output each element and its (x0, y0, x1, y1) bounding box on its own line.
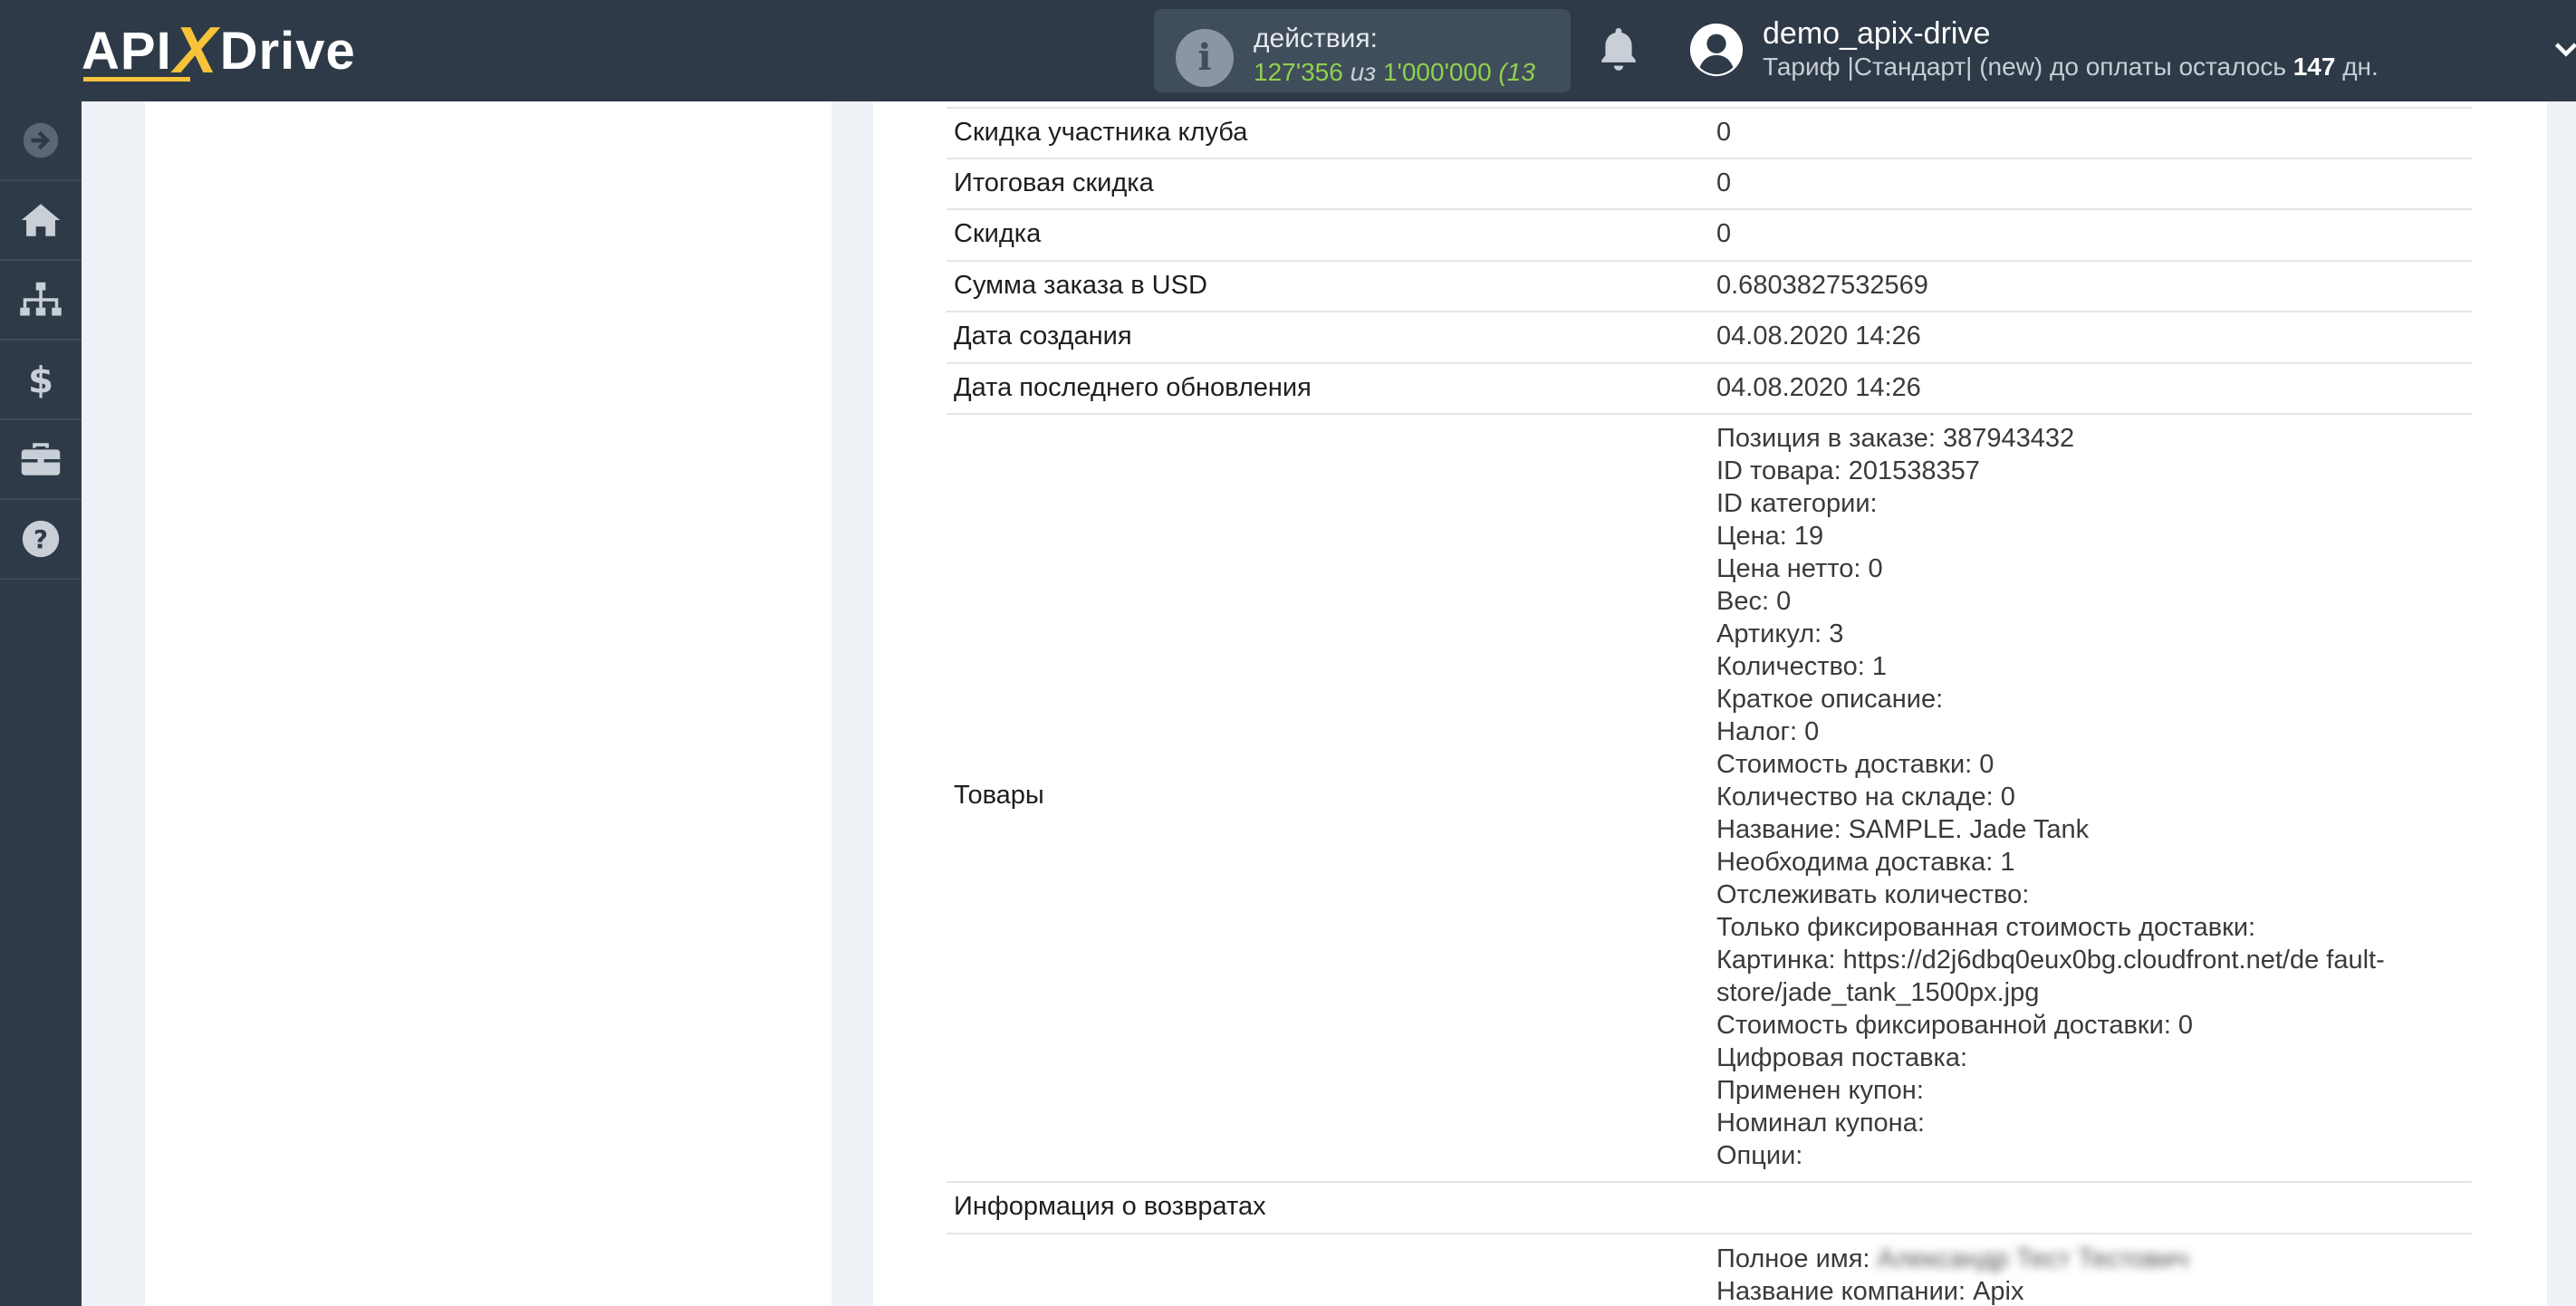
tariff-text: Тариф |Стандарт| (new) до оплаты осталос… (1763, 53, 2286, 81)
sidebar-item-help[interactable]: ? (0, 500, 82, 580)
product-line: Цена: 19 (1716, 522, 1824, 551)
row-value: 04.08.2020 14:26 (1716, 322, 1921, 351)
svg-text:$: $ (28, 360, 53, 399)
sitemap-icon (20, 282, 62, 316)
actions-extra: (13 (1498, 58, 1535, 86)
table-row: Дата создания 04.08.2020 14:26 (947, 312, 2472, 364)
logo-drive-text: Drive (219, 21, 356, 81)
sidebar-item-billing[interactable]: $ (0, 341, 82, 420)
info-icon: i (1176, 29, 1234, 87)
briefcase-icon (21, 443, 61, 475)
tariff-days: 147 (2292, 53, 2336, 81)
actions-total: 1'000'000 (1382, 58, 1492, 86)
product-line: Необходима доставка: 1 (1716, 848, 2015, 877)
product-line: Картинка: https://d2j6dbq0eux0bg.cloudfr… (1716, 946, 2385, 975)
product-line: Количество на складе: 0 (1716, 783, 2015, 811)
row-key: Скидка (954, 219, 1042, 248)
table-row: Итоговая скидка 0 (947, 159, 2472, 210)
arrow-right-icon (23, 122, 59, 158)
next-row-value: Полное имя: Александр Тест Тестович Назв… (1716, 1243, 2188, 1306)
product-line: store/jade_tank_1500px.jpg (1716, 978, 2040, 1007)
table-row-returns: Информация о возвратах (947, 1183, 2472, 1234)
product-line: Название: SAMPLE. Jade Tank (1716, 815, 2090, 844)
actions-used: 127'356 (1254, 58, 1343, 86)
row-key: Информация о возвратах (954, 1192, 1266, 1221)
product-line: Только фиксированная стоимость доставки: (1716, 913, 2256, 942)
row-key: Скидка участника клуба (954, 118, 1248, 147)
product-line: Стоимость доставки: 0 (1716, 750, 1994, 779)
row-value: 0.6803827532569 (1716, 271, 1928, 300)
tariff-info: Тариф |Стандарт| (new) до оплаты осталос… (1763, 53, 2379, 82)
product-line: ID категории: (1716, 489, 1878, 518)
home-icon (21, 204, 61, 236)
help-icon: ? (22, 520, 60, 558)
table-row: Сумма заказа в USD 0.6803827532569 (947, 262, 2472, 312)
row-value: 04.08.2020 14:26 (1716, 373, 1921, 402)
product-line: Краткое описание: (1716, 685, 1944, 714)
company-line: Название компании: Apix (1716, 1277, 2024, 1306)
row-value: 0 (1716, 118, 1732, 147)
table-row: Скидка участника клуба 0 (947, 107, 2472, 159)
actions-label: действия: (1254, 24, 1378, 53)
product-line: Отслеживать количество: (1716, 880, 2030, 909)
row-key: Дата последнего обновления (954, 373, 1312, 402)
product-line: Применен купон: (1716, 1076, 1924, 1105)
row-value: 0 (1716, 168, 1732, 197)
full-name-value-blurred: Александр Тест Тестович (1877, 1244, 2189, 1273)
apix-drive-logo[interactable]: API X Drive (82, 13, 356, 89)
table-row: Дата последнего обновления 04.08.2020 14… (947, 364, 2472, 415)
product-line: Артикул: 3 (1716, 619, 1844, 648)
product-line: Количество: 1 (1716, 652, 1887, 681)
product-line: Опции: (1716, 1141, 1803, 1170)
logo-underline (83, 77, 190, 82)
product-line: ID товара: 201538357 (1716, 456, 1980, 485)
left-panel (145, 101, 831, 1306)
product-line: Стоимость фиксированной доставки: 0 (1716, 1011, 2194, 1040)
row-key: Сумма заказа в USD (954, 271, 1207, 300)
sidebar-item-connections[interactable] (0, 261, 82, 341)
chevron-down-icon[interactable] (2552, 36, 2576, 63)
dollar-icon: $ (28, 360, 53, 399)
row-key: Товары (954, 781, 1044, 810)
product-line: Цифровая поставка: (1716, 1043, 1968, 1072)
top-bar: API X Drive i действия: 127'356 из 1'000'0… (0, 0, 2576, 101)
full-name-label: Полное имя: (1716, 1244, 1870, 1273)
svg-text:?: ? (34, 525, 48, 554)
product-line: Вес: 0 (1716, 587, 1792, 616)
tariff-days-suffix: дн. (2342, 53, 2379, 81)
user-avatar-icon[interactable] (1688, 22, 1745, 78)
actions-value: 127'356 из 1'000'000 (13 (1254, 58, 1535, 87)
sidebar-item-tools[interactable] (0, 420, 82, 500)
product-line: Цена нетто: 0 (1716, 554, 1883, 583)
left-sidebar: $ ? (0, 101, 82, 1306)
row-value: 0 (1716, 219, 1732, 248)
table-row: Скидка 0 (947, 210, 2472, 262)
product-line: Позиция в заказе: 387943432 (1716, 424, 2075, 453)
products-value-list: Позиция в заказе: 387943432 ID товара: 2… (1716, 422, 2468, 1172)
bell-icon[interactable] (1596, 25, 1641, 76)
sidebar-item-expand[interactable] (0, 101, 82, 181)
sidebar-item-home[interactable] (0, 181, 82, 261)
row-key: Итоговая скидка (954, 168, 1154, 197)
actions-of: из (1350, 58, 1377, 86)
actions-counter[interactable]: i действия: 127'356 из 1'000'000 (13 (1154, 9, 1571, 92)
product-line: Налог: 0 (1716, 717, 1820, 746)
product-line: Номинал купона: (1716, 1109, 1925, 1138)
logo-api-text: API (82, 21, 172, 81)
user-name[interactable]: demo_apix-drive (1763, 16, 1990, 52)
full-name-line: Полное имя: Александр Тест Тестович (1716, 1243, 2188, 1275)
row-key: Дата создания (954, 322, 1132, 351)
